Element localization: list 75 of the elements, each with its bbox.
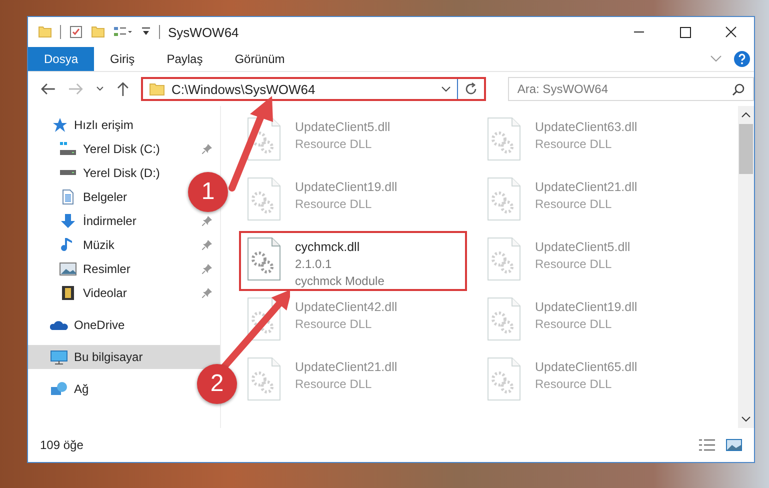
search-icon[interactable] <box>732 83 745 96</box>
address-bar[interactable]: C:\Windows\SysWOW64 <box>141 77 486 101</box>
network-icon <box>50 381 68 397</box>
sidebar-item[interactable]: Ağ <box>28 377 95 401</box>
window-title: SysWOW64 <box>168 24 239 40</box>
file-name: UpdateClient65.dll <box>535 359 638 376</box>
chevron-down-icon[interactable] <box>710 55 722 63</box>
search-field[interactable]: Ara: SysWOW64 <box>508 77 754 101</box>
file-detail: cychmck Module <box>295 273 384 290</box>
file-detail: 2.1.0.1 <box>295 256 333 273</box>
sidebar-item[interactable]: Videolar <box>28 281 220 305</box>
sidebar-item[interactable]: Bu bilgisayar <box>28 345 220 369</box>
file-name: UpdateClient63.dll <box>535 119 638 136</box>
sidebar-item[interactable]: Yerel Disk (D:) <box>28 161 166 185</box>
download-icon <box>59 213 77 229</box>
sidebar-item[interactable]: OneDrive <box>28 313 131 337</box>
sidebar-item[interactable]: Yerel Disk (C:) <box>28 137 220 161</box>
file-name: UpdateClient5.dll <box>535 239 630 256</box>
gear-file-icon <box>247 237 281 281</box>
file-detail: Resource DLL <box>295 376 373 393</box>
gear-file-icon <box>487 117 521 161</box>
scroll-up-icon[interactable] <box>741 112 751 118</box>
gear-file-icon <box>247 117 281 161</box>
file-name: UpdateClient42.dll <box>295 299 398 316</box>
file-name: UpdateClient21.dll <box>535 179 638 196</box>
item-count: 109 öğe <box>40 438 84 452</box>
dropdown-caret-icon[interactable] <box>441 86 452 92</box>
gear-file-icon <box>247 297 281 341</box>
recent-caret-icon[interactable] <box>96 86 104 92</box>
sidebar-item[interactable]: Hızlı erişim <box>28 113 140 137</box>
file-detail: Resource DLL <box>535 136 613 153</box>
gear-file-icon <box>247 357 281 401</box>
gear-file-icon <box>487 237 521 281</box>
ribbon-tab[interactable]: Giriş <box>94 47 151 71</box>
gear-file-icon <box>247 177 281 221</box>
file-detail: Resource DLL <box>295 196 373 213</box>
folder-icon <box>149 82 166 96</box>
drive-c-icon <box>59 141 77 157</box>
file-detail: Resource DLL <box>535 316 613 333</box>
sidebar-item[interactable]: Müzik <box>28 233 220 257</box>
sidebar-item[interactable]: Resimler <box>28 257 220 281</box>
large-icons-view-icon[interactable] <box>726 438 742 452</box>
drive-icon <box>59 170 77 176</box>
file-name: UpdateClient19.dll <box>535 299 638 316</box>
scrollbar[interactable] <box>738 106 754 428</box>
refresh-icon[interactable] <box>464 82 478 96</box>
checklist-icon[interactable] <box>69 25 83 39</box>
sidebar-item[interactable]: İndirmeler <box>28 209 220 233</box>
properties-icon[interactable] <box>113 25 133 39</box>
details-view-icon[interactable] <box>698 438 716 452</box>
file-name: UpdateClient19.dll <box>295 179 398 196</box>
gear-file-icon <box>487 357 521 401</box>
file-detail: Resource DLL <box>535 196 613 213</box>
file-name: cychmck.dll <box>295 239 361 256</box>
picture-icon <box>59 261 77 277</box>
help-icon[interactable] <box>734 51 750 67</box>
file-detail: Resource DLL <box>535 256 613 273</box>
ribbon-tab[interactable]: Görünüm <box>218 47 301 71</box>
back-arrow-icon[interactable] <box>40 82 56 96</box>
scroll-thumb[interactable] <box>739 124 753 174</box>
gear-file-icon <box>487 177 521 221</box>
file-detail: Resource DLL <box>535 376 613 393</box>
file-detail: Resource DLL <box>295 136 373 153</box>
video-icon <box>59 285 77 301</box>
file-detail: Resource DLL <box>295 316 373 333</box>
up-arrow-icon[interactable] <box>116 81 130 97</box>
gear-file-icon <box>487 297 521 341</box>
file-tile[interactable]: cychmck.dll 2.1.0.1 cychmck Module <box>239 231 467 291</box>
ribbon-tab[interactable]: Dosya <box>28 47 94 71</box>
computer-icon <box>50 349 68 365</box>
file-name: UpdateClient21.dll <box>295 359 398 376</box>
ribbon-tab[interactable]: Paylaş <box>150 47 219 71</box>
scroll-down-icon[interactable] <box>741 416 751 422</box>
file-name: UpdateClient5.dll <box>295 119 390 136</box>
sidebar-item[interactable]: Belgeler <box>28 185 134 209</box>
